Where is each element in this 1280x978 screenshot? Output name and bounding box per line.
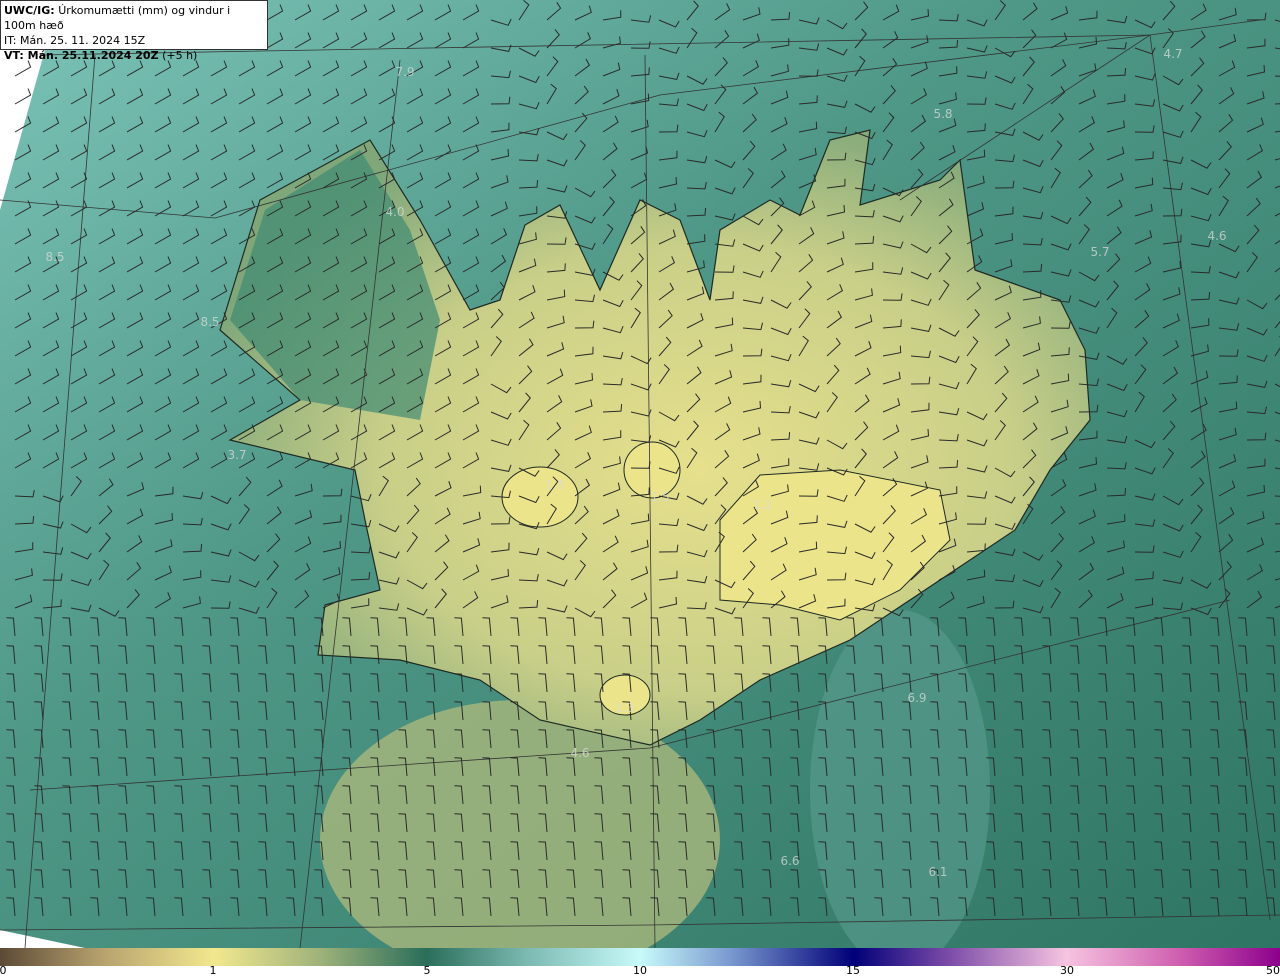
- map-value-label: 6.9: [907, 691, 927, 705]
- glacier-langjokull: [501, 466, 579, 528]
- map-value-label: 4.6: [1207, 229, 1227, 243]
- colorbar-tick-label: 5: [423, 964, 431, 977]
- map-value-label: 7.9: [395, 65, 415, 79]
- map-value-label: 8.5: [200, 315, 220, 329]
- model-label: UWC/IG:: [4, 4, 55, 17]
- map-value-label: 4.6: [570, 746, 590, 760]
- init-time: IT: Mán. 25. 11. 2024 15Z: [4, 34, 146, 47]
- map-value-label: 4.7: [1163, 47, 1183, 61]
- map-value-label: 5.7: [1090, 245, 1110, 259]
- colorbar-tick-label: 10: [633, 964, 647, 977]
- map-value-label: 1.3: [615, 701, 635, 715]
- colorbar-tick-label: 1: [209, 964, 217, 977]
- map-value-label: 1.5: [650, 490, 670, 504]
- map-value-label: 3.7: [227, 448, 247, 462]
- map-value-label: 6.1: [928, 865, 948, 879]
- map-value-label: 5.8: [933, 107, 953, 121]
- lead-time: (+5 h): [162, 49, 198, 62]
- map-value-label: 1.8: [545, 478, 565, 492]
- map-title-box: UWC/IG: Úrkomumætti (mm) og vindur i 100…: [0, 0, 268, 62]
- precipitation-map: [0, 0, 1280, 948]
- map-value-label: 8.5: [45, 250, 65, 264]
- colorbar-tick-label: 15: [846, 964, 860, 977]
- colorbar-tick-label: 30: [1060, 964, 1074, 977]
- map-value-label: 4.0: [385, 205, 405, 219]
- weather-map-view: UWC/IG: Úrkomumætti (mm) og vindur i 100…: [0, 0, 1280, 978]
- valid-time: VT: Mán. 25.11.2024 20Z: [4, 49, 159, 62]
- map-value-label: 6.6: [780, 854, 800, 868]
- colorbar-tick-label: 0: [0, 964, 7, 977]
- colorbar-tick-label: 50: [1266, 964, 1280, 977]
- map-value-label: 1.2: [753, 498, 773, 512]
